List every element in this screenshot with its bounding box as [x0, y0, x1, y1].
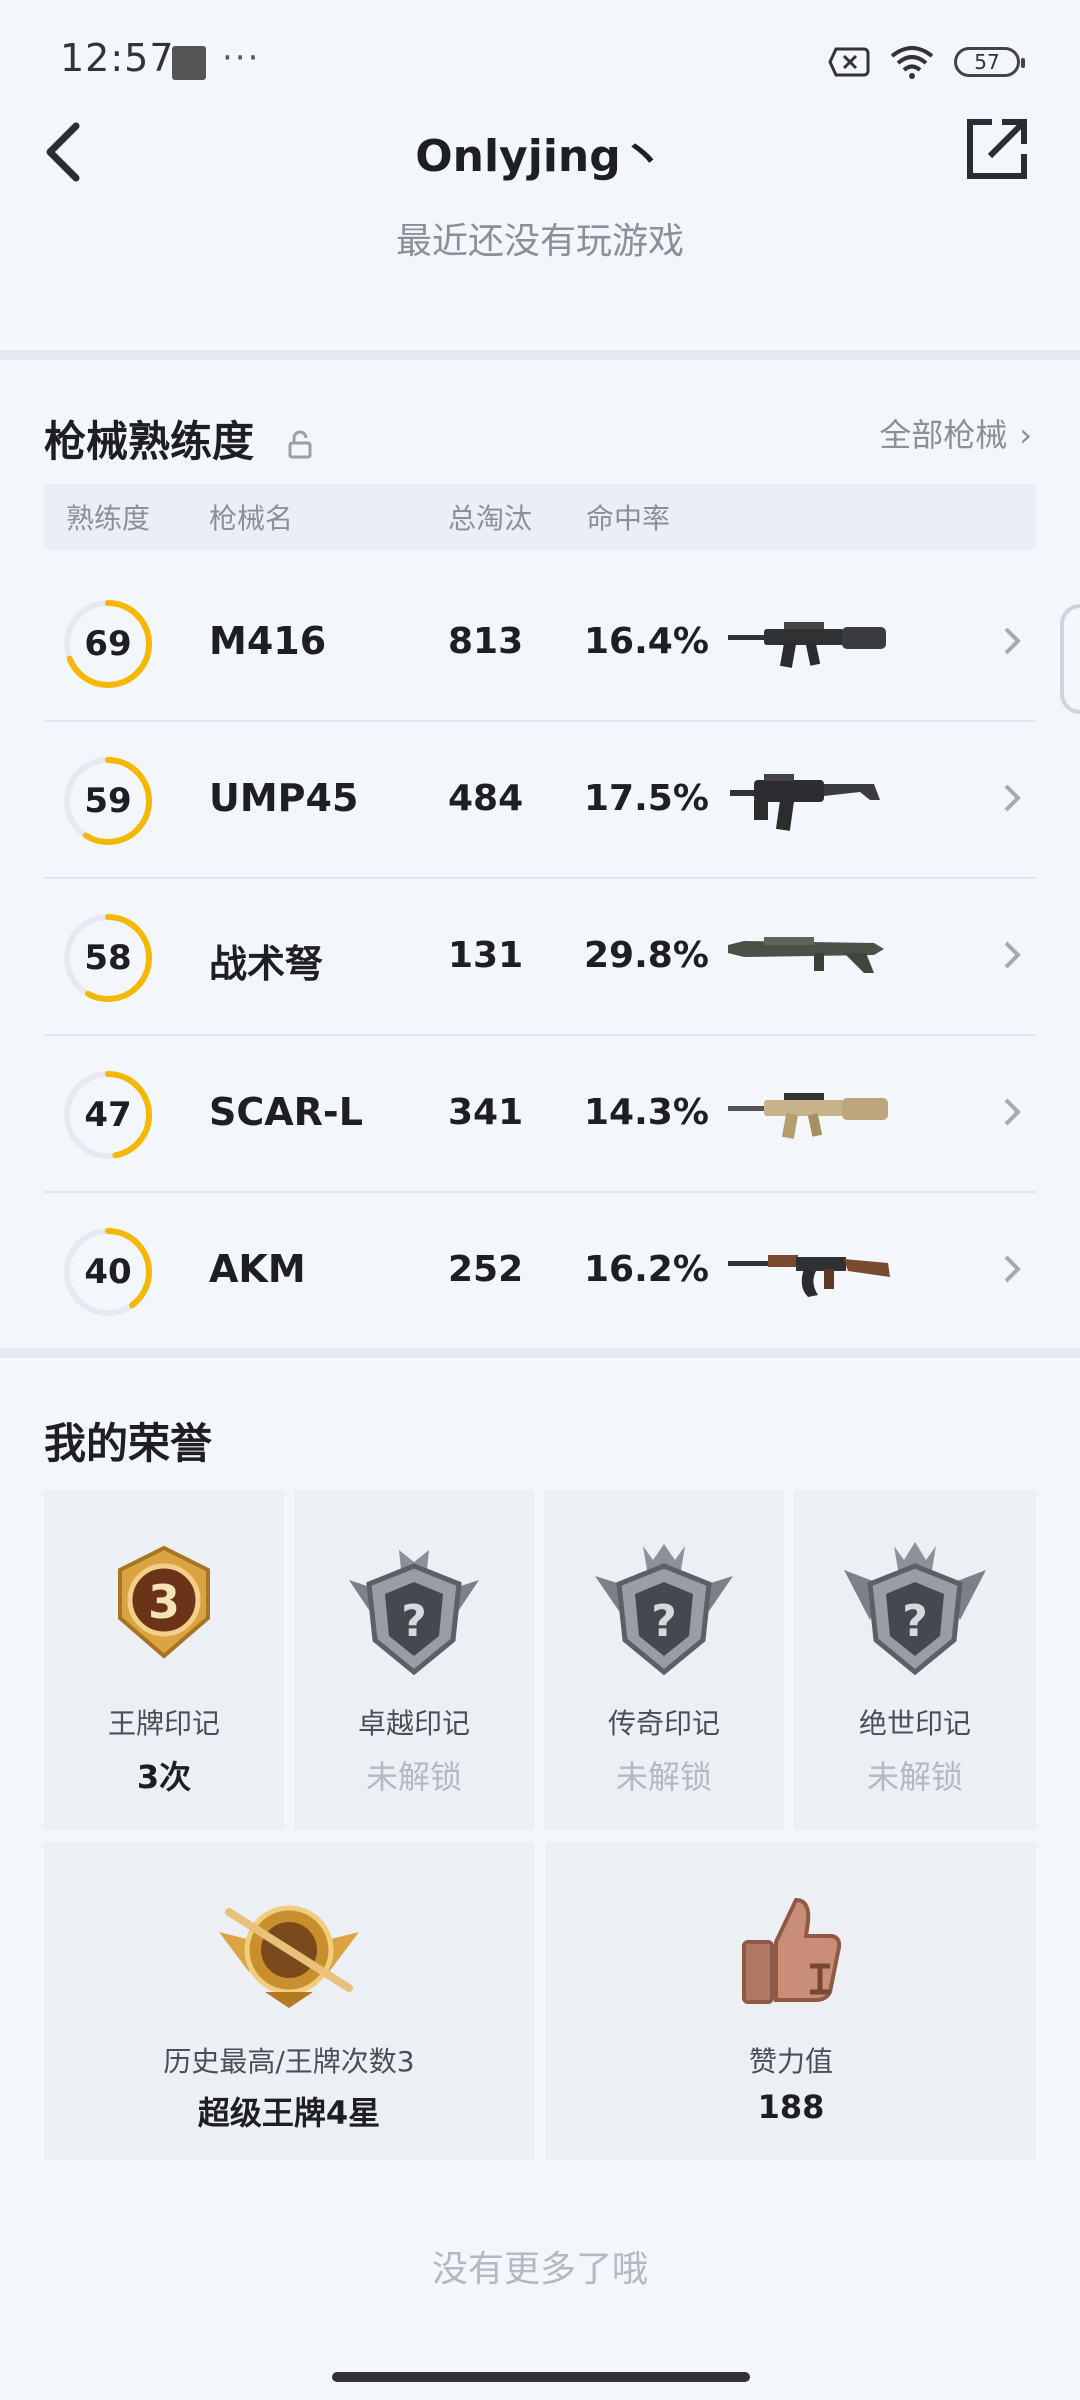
- weapons-table-header: 熟练度 枪械名 总淘汰 命中率: [44, 484, 1036, 550]
- weapon-kills: 813: [448, 621, 524, 662]
- ace-badge-text: 3: [148, 1575, 180, 1629]
- recent-status-text: 最近还没有玩游戏: [395, 221, 684, 262]
- likes-label: 赞力值: [748, 2045, 833, 2078]
- honor-card-legend[interactable]: ? 传奇印记 未解锁: [544, 1490, 784, 1830]
- top-nav: Onlyjing丶: [0, 100, 1080, 220]
- highest-rank-card[interactable]: 历史最高/王牌次数3 超级王牌4星: [44, 1842, 534, 2160]
- status-time: 12:57: [60, 36, 175, 80]
- honors-section-title: 我的荣誉: [44, 1419, 213, 1468]
- weapon-accuracy: 17.5%: [584, 778, 709, 819]
- weapon-accuracy: 14.3%: [584, 1092, 709, 1133]
- sim-off-icon: [828, 47, 870, 77]
- locked-badge-icon: ?: [595, 1544, 733, 1676]
- col-kills: 总淘汰: [448, 502, 533, 535]
- weapons-section-title: 枪械熟练度: [44, 408, 313, 469]
- likes-value: 188: [757, 2088, 825, 2126]
- weapon-name: UMP45: [209, 776, 359, 820]
- highest-rank-value: 超级王牌4星: [197, 2094, 381, 2132]
- chevron-right-icon: [1004, 784, 1021, 812]
- crossbow-icon: [728, 937, 884, 973]
- section-divider: [0, 350, 1080, 360]
- notification-icon: [172, 46, 206, 80]
- weapon-kills: 484: [448, 778, 524, 819]
- rifle-icon: [728, 622, 886, 668]
- proficiency-level: 58: [84, 938, 132, 978]
- all-weapons-link[interactable]: 全部枪械 ›: [879, 410, 1032, 456]
- lock-icon[interactable]: [287, 430, 313, 460]
- locked-badge-icon: ?: [349, 1550, 479, 1676]
- honor-label: 王牌印记: [107, 1707, 220, 1740]
- proficiency-level: 59: [84, 781, 132, 821]
- locked-badge-text: ?: [902, 1596, 928, 1647]
- weapon-name: SCAR-L: [209, 1090, 363, 1134]
- chevron-right-icon: [1004, 1255, 1021, 1283]
- honor-label: 卓越印记: [357, 1707, 470, 1740]
- honor-card-excellence[interactable]: ? 卓越印记 未解锁: [294, 1490, 534, 1830]
- weapon-accuracy: 16.2%: [584, 1249, 709, 1290]
- status-icons: 57: [828, 44, 1025, 80]
- honor-card-ace[interactable]: 3 王牌印记 3次: [44, 1490, 284, 1830]
- col-weapon-name: 枪械名: [209, 502, 294, 535]
- battery-icon: 57: [954, 47, 1025, 77]
- chevron-right-icon: [1004, 941, 1021, 969]
- honor-value: 3次: [136, 1758, 192, 1796]
- weapon-accuracy: 16.4%: [584, 621, 709, 662]
- thumbs-up-icon: [742, 1897, 842, 2004]
- weapon-kills: 252: [448, 1249, 524, 1290]
- honor-value: 未解锁: [866, 1758, 963, 1796]
- proficiency-level: 69: [84, 624, 132, 664]
- weapon-row[interactable]: 40 AKM 252 16.2%: [44, 1193, 1036, 1350]
- home-indicator[interactable]: [332, 2372, 750, 2382]
- honor-value: 未解锁: [365, 1758, 462, 1796]
- weapon-kills: 131: [448, 935, 524, 976]
- more-notifications-icon: ···: [222, 38, 261, 78]
- page-title: Onlyjing丶: [415, 131, 665, 182]
- wifi-icon: [890, 46, 934, 79]
- rifle-icon: [728, 1093, 888, 1139]
- weapon-name: 战术弩: [209, 942, 324, 986]
- weapon-kills: 341: [448, 1092, 524, 1133]
- rifle-icon: [728, 1255, 890, 1297]
- weapon-row[interactable]: 59 UMP45 484 17.5%: [44, 722, 1036, 879]
- weapons-section-title-text: 枪械熟练度: [44, 417, 255, 466]
- col-accuracy: 命中率: [586, 502, 671, 535]
- section-divider: [0, 1348, 1080, 1358]
- honor-value: 未解锁: [615, 1758, 712, 1796]
- no-more-text: 没有更多了哦: [431, 2249, 648, 2290]
- locked-badge-text: ?: [401, 1596, 427, 1647]
- weapon-accuracy: 29.8%: [584, 935, 709, 976]
- weapon-row[interactable]: 58 战术弩 131 29.8%: [44, 879, 1036, 1036]
- scroll-handle[interactable]: [1060, 604, 1080, 714]
- locked-badge-icon: ?: [844, 1542, 986, 1676]
- highest-rank-label: 历史最高/王牌次数3: [163, 2045, 415, 2078]
- weapon-row[interactable]: 47 SCAR-L 341 14.3%: [44, 1036, 1036, 1193]
- weapon-row[interactable]: 69 M416 813 16.4%: [44, 565, 1036, 722]
- ace-badge-icon: 3: [118, 1545, 210, 1659]
- share-icon[interactable]: [962, 114, 1032, 184]
- profile-page: 12:57 ··· 57 Onlyjing丶 最近还没有玩游戏 枪械熟练度 全部…: [0, 0, 1080, 2400]
- chevron-right-icon: [1004, 1098, 1021, 1126]
- all-weapons-label: 全部枪械: [879, 416, 1008, 454]
- locked-badge-text: ?: [651, 1596, 677, 1647]
- honor-label: 绝世印记: [858, 1707, 971, 1740]
- likes-card[interactable]: 赞力值 188: [546, 1842, 1036, 2160]
- weapon-name: AKM: [209, 1247, 306, 1291]
- proficiency-level: 40: [84, 1252, 132, 1292]
- col-proficiency: 熟练度: [66, 502, 151, 535]
- honor-card-peerless[interactable]: ? 绝世印记 未解锁: [794, 1490, 1036, 1830]
- honor-label: 传奇印记: [607, 1707, 720, 1740]
- weapon-name: M416: [209, 619, 327, 663]
- chevron-right-icon: ›: [1019, 416, 1032, 454]
- chevron-right-icon: [1004, 627, 1021, 655]
- rank-badge-icon: [219, 1905, 359, 2008]
- proficiency-level: 47: [84, 1095, 132, 1135]
- smg-icon: [730, 774, 880, 831]
